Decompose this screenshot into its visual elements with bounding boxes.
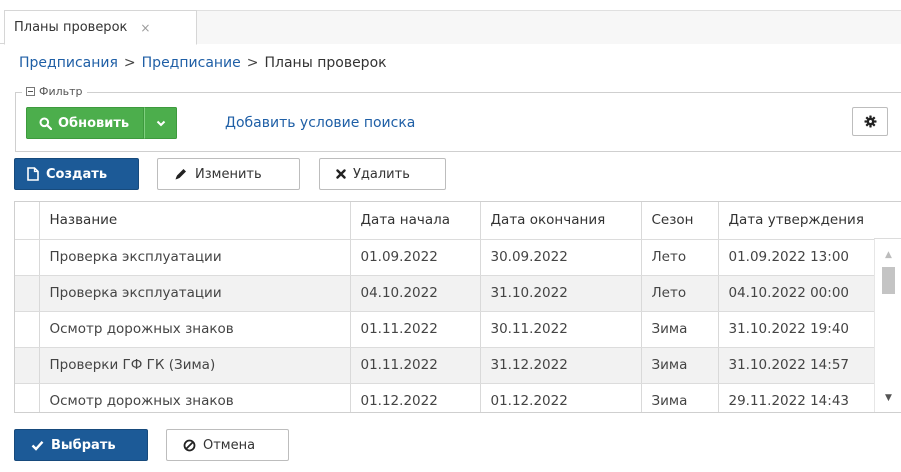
table-cell: Лето [641,239,719,276]
breadcrumb: Предписания > Предписание > Планы проверок [19,55,387,71]
row-selector[interactable] [15,275,40,312]
collapse-icon[interactable] [26,87,35,96]
row-selector-header [15,202,40,240]
row-selector[interactable] [15,311,40,348]
inspection-plans-grid: Название Дата начала Дата окончания Сезо… [14,201,901,413]
table-cell: 01.12.2022 [350,383,481,412]
table-row[interactable]: Проверка эксплуатации 01.09.2022 30.09.2… [15,239,891,276]
tab-inspection-plans[interactable]: Планы проверок × [4,10,197,45]
refresh-dropdown-toggle[interactable] [144,107,178,139]
ban-icon [183,439,196,452]
breadcrumb-link-prescriptions[interactable]: Предписания [19,55,118,71]
table-cell: 30.09.2022 [480,239,642,276]
delete-button[interactable]: Удалить [319,158,446,190]
breadcrumb-separator: > [246,55,259,71]
tab-bar: Планы проверок × [0,0,901,45]
edit-button[interactable]: Изменить [157,158,300,190]
table-cell: Зима [641,383,719,412]
scroll-up-arrow-icon[interactable]: ▲ [875,247,901,263]
table-cell: 29.11.2022 14:43 [718,383,891,412]
close-icon [336,169,346,179]
tab-label: Планы проверок [14,20,128,35]
table-cell: 31.10.2022 [480,275,642,312]
edit-button-label: Изменить [195,166,262,182]
column-header-approval-date[interactable]: Дата утверждения [718,202,891,240]
table-cell: 01.11.2022 [350,347,481,384]
select-button-label: Выбрать [51,437,116,453]
filter-panel: Фильтр Обновить Добавить условие поиска [15,85,901,152]
table-cell: 01.09.2022 [350,239,481,276]
table-cell: 04.10.2022 [350,275,481,312]
create-button-label: Создать [46,166,108,182]
column-header-season[interactable]: Сезон [641,202,719,240]
row-selector[interactable] [15,347,40,384]
table-cell: Зима [641,347,719,384]
add-search-condition-link[interactable]: Добавить условие поиска [225,115,415,131]
table-cell: Осмотр дорожных знаков [39,383,351,412]
table-row[interactable]: Осмотр дорожных знаков 01.12.2022 01.12.… [15,383,891,412]
table-cell: Лето [641,275,719,312]
vertical-scrollbar[interactable]: ▲ ▼ [874,239,901,412]
tab-bar-filler [197,10,901,44]
table-cell: 30.11.2022 [480,311,642,348]
table-cell: 31.10.2022 19:40 [718,311,891,348]
filter-legend[interactable]: Фильтр [22,85,87,98]
table-cell: 01.12.2022 [480,383,642,412]
cancel-button-label: Отмена [203,437,256,453]
table-cell: Осмотр дорожных знаков [39,311,351,348]
breadcrumb-separator: > [123,55,136,71]
settings-button[interactable] [852,107,888,136]
table-header-row: Название Дата начала Дата окончания Сезо… [15,202,891,240]
table-cell: Проверка эксплуатации [39,275,351,312]
header-corner [874,202,901,239]
table-cell: 01.11.2022 [350,311,481,348]
delete-button-label: Удалить [353,166,410,182]
plans-table: Название Дата начала Дата окончания Сезо… [15,202,891,412]
table-row[interactable]: Проверки ГФ ГК (Зима) 01.11.2022 31.12.2… [15,347,891,384]
cancel-button[interactable]: Отмена [166,429,289,461]
filter-legend-label: Фильтр [39,85,83,98]
row-selector[interactable] [15,383,40,412]
refresh-split-button: Обновить [26,107,178,139]
scroll-down-arrow-icon[interactable]: ▼ [875,390,901,406]
refresh-button-label: Обновить [58,115,130,131]
column-header-start-date[interactable]: Дата начала [350,202,481,240]
new-document-icon [27,167,39,181]
checkmark-icon [31,440,44,451]
breadcrumb-link-prescription[interactable]: Предписание [142,55,241,71]
create-button[interactable]: Создать [14,158,139,190]
table-cell: Зима [641,311,719,348]
table-cell: 31.10.2022 14:57 [718,347,891,384]
row-selector[interactable] [15,239,40,276]
close-icon[interactable]: × [140,21,150,35]
refresh-button[interactable]: Обновить [26,107,145,139]
column-header-end-date[interactable]: Дата окончания [480,202,642,240]
pencil-icon [174,167,188,181]
table-cell: 04.10.2022 00:00 [718,275,891,312]
chevron-down-icon [156,120,166,127]
search-icon [39,117,52,130]
scrollbar-thumb[interactable] [882,267,895,294]
table-cell: Проверка эксплуатации [39,239,351,276]
table-cell: 01.09.2022 13:00 [718,239,891,276]
table-cell: Проверки ГФ ГК (Зима) [39,347,351,384]
table-row[interactable]: Проверка эксплуатации 04.10.2022 31.10.2… [15,275,891,312]
select-button[interactable]: Выбрать [14,429,148,461]
table-row[interactable]: Осмотр дорожных знаков 01.11.2022 30.11.… [15,311,891,348]
breadcrumb-current: Планы проверок [264,55,387,71]
table-cell: 31.12.2022 [480,347,642,384]
gear-icon [863,115,877,128]
column-header-name[interactable]: Название [39,202,351,240]
